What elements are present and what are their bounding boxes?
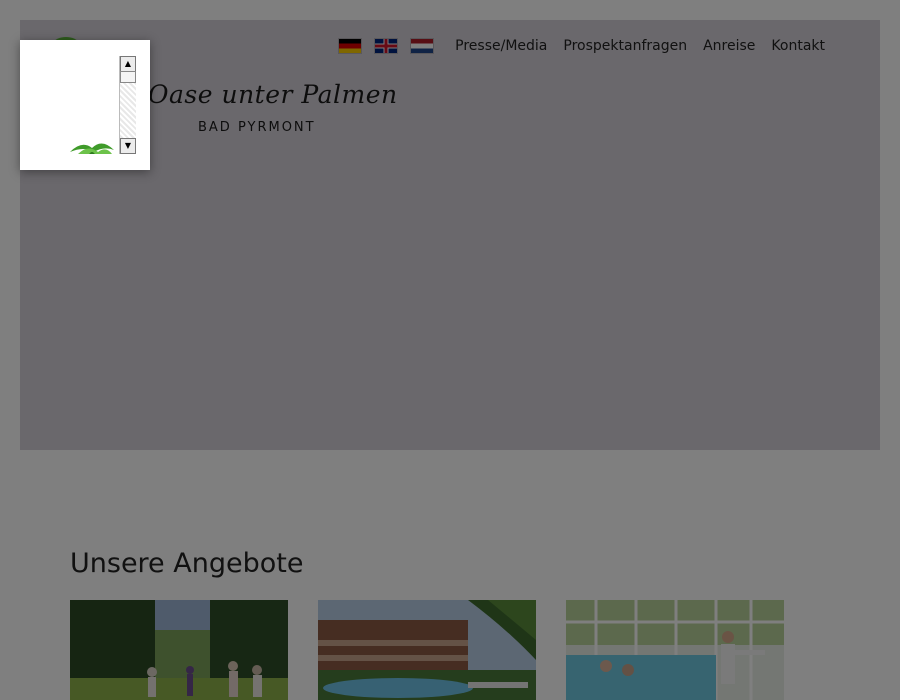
scroll-down-button[interactable]: ▼ [120, 138, 136, 154]
scroll-thumb[interactable] [120, 71, 136, 83]
scroll-up-button[interactable]: ▲ [120, 56, 136, 72]
palm-leaf-icon [70, 143, 114, 154]
popup-scrollbar[interactable]: ▲ ▼ [119, 56, 136, 154]
page: Oase unter Palmen Bad Pyrmont Presse/Med… [0, 0, 900, 700]
popup-window: ▲ ▼ [20, 40, 150, 170]
